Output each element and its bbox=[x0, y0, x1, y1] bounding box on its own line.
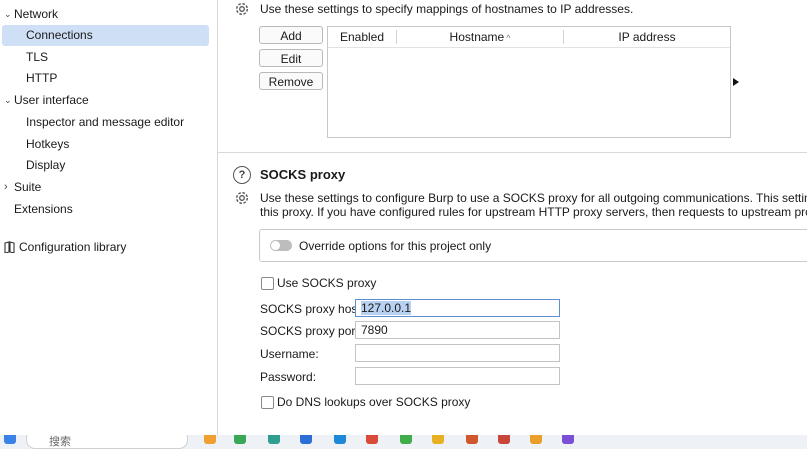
help-icon[interactable]: ? bbox=[233, 166, 251, 184]
override-label: Override options for this project only bbox=[299, 239, 492, 253]
settings-sidebar: ⌄ Network Connections TLS HTTP ⌄ User in… bbox=[0, 0, 218, 435]
dns-over-socks-checkbox[interactable] bbox=[261, 396, 274, 409]
socks-description-line2: this proxy. If you have configured rules… bbox=[260, 205, 807, 219]
app-icon[interactable] bbox=[432, 435, 444, 444]
column-header-enabled[interactable]: Enabled bbox=[328, 27, 396, 47]
sidebar-item-label: Connections bbox=[26, 28, 93, 42]
sidebar-item-connections[interactable]: Connections bbox=[2, 25, 209, 46]
override-toggle[interactable] bbox=[270, 240, 292, 251]
edit-button[interactable]: Edit bbox=[259, 49, 323, 67]
toggle-knob bbox=[271, 241, 280, 250]
sidebar-item-user-interface[interactable]: ⌄ User interface bbox=[0, 90, 217, 111]
socks-port-input[interactable]: 7890 bbox=[355, 321, 560, 339]
sidebar-item-label: Display bbox=[26, 158, 66, 172]
sidebar-item-label: Extensions bbox=[14, 202, 73, 216]
sidebar-item-label: Hotkeys bbox=[26, 137, 70, 151]
dns-over-socks-label: Do DNS lookups over SOCKS proxy bbox=[277, 395, 471, 409]
app-icon[interactable] bbox=[530, 435, 542, 444]
hostname-resolution-description: Use these settings to specify mappings o… bbox=[260, 2, 634, 16]
app-icon[interactable] bbox=[234, 435, 246, 444]
selected-text: 127.0.0.1 bbox=[361, 301, 412, 315]
windows-start-icon[interactable] bbox=[4, 435, 16, 444]
socks-description-line1: Use these settings to configure Burp to … bbox=[260, 191, 807, 205]
chevron-right-icon[interactable]: › bbox=[4, 177, 8, 198]
use-socks-checkbox[interactable] bbox=[261, 277, 274, 290]
socks-host-label: SOCKS proxy host: bbox=[260, 302, 365, 316]
override-options-panel: Override options for this project only bbox=[259, 229, 807, 262]
sidebar-item-label: Suite bbox=[14, 180, 42, 194]
gear-icon[interactable] bbox=[233, 0, 251, 18]
sort-ascending-icon: ^ bbox=[506, 33, 511, 43]
table-header-divider bbox=[328, 47, 730, 48]
sidebar-item-label: Network bbox=[14, 7, 59, 21]
remove-button[interactable]: Remove bbox=[259, 72, 323, 90]
app-icon[interactable] bbox=[268, 435, 280, 444]
app-icon[interactable] bbox=[466, 435, 478, 444]
sidebar-item-http[interactable]: HTTP bbox=[0, 68, 217, 89]
book-icon bbox=[4, 241, 15, 253]
socks-host-input[interactable]: 127.0.0.1 bbox=[355, 299, 560, 317]
app-icon[interactable] bbox=[334, 435, 346, 444]
username-input[interactable] bbox=[355, 344, 560, 362]
taskbar: 搜索 bbox=[0, 435, 807, 449]
sidebar-item-label: User interface bbox=[14, 93, 89, 107]
app-icon[interactable] bbox=[498, 435, 510, 444]
chevron-down-icon[interactable]: ⌄ bbox=[4, 4, 12, 25]
sidebar-item-label: HTTP bbox=[26, 71, 58, 85]
sidebar-item-network[interactable]: ⌄ Network bbox=[0, 4, 217, 25]
sidebar-item-display[interactable]: Display bbox=[0, 155, 217, 176]
sidebar-item-tls[interactable]: TLS bbox=[0, 47, 217, 68]
expand-arrow-icon[interactable] bbox=[733, 78, 739, 86]
socks-proxy-title: SOCKS proxy bbox=[260, 167, 346, 182]
sidebar-item-suite[interactable]: › Suite bbox=[0, 177, 217, 198]
section-divider bbox=[218, 152, 807, 153]
app-icon[interactable] bbox=[300, 435, 312, 444]
sidebar-item-label: TLS bbox=[26, 50, 49, 64]
chevron-down-icon[interactable]: ⌄ bbox=[4, 90, 12, 111]
hostname-mapping-table[interactable]: Enabled Hostname ^ IP address bbox=[327, 26, 731, 138]
sidebar-item-label: Inspector and message editor bbox=[26, 115, 185, 129]
configuration-library-label: Configuration library bbox=[19, 240, 127, 254]
username-label: Username: bbox=[260, 347, 319, 361]
socks-port-label: SOCKS proxy port: bbox=[260, 324, 363, 338]
add-button[interactable]: Add bbox=[259, 26, 323, 44]
sidebar-item-inspector[interactable]: Inspector and message editor bbox=[0, 112, 217, 133]
taskbar-search[interactable]: 搜索 bbox=[26, 435, 188, 449]
use-socks-label: Use SOCKS proxy bbox=[277, 276, 377, 290]
column-header-hostname[interactable]: Hostname ^ bbox=[397, 27, 563, 47]
column-header-label: Hostname bbox=[449, 30, 505, 44]
sidebar-item-extensions[interactable]: Extensions bbox=[0, 199, 217, 220]
app-icon[interactable] bbox=[366, 435, 378, 444]
password-input[interactable] bbox=[355, 367, 560, 385]
app-icon[interactable] bbox=[204, 435, 216, 444]
taskbar-search-placeholder: 搜索 bbox=[49, 436, 71, 448]
app-icon[interactable] bbox=[400, 435, 412, 444]
app-icon[interactable] bbox=[562, 435, 574, 444]
gear-icon[interactable] bbox=[233, 189, 251, 207]
sidebar-item-hotkeys[interactable]: Hotkeys bbox=[0, 134, 217, 155]
configuration-library-link[interactable]: Configuration library bbox=[0, 237, 217, 258]
password-label: Password: bbox=[260, 370, 317, 384]
column-header-ip-address[interactable]: IP address bbox=[564, 27, 730, 47]
